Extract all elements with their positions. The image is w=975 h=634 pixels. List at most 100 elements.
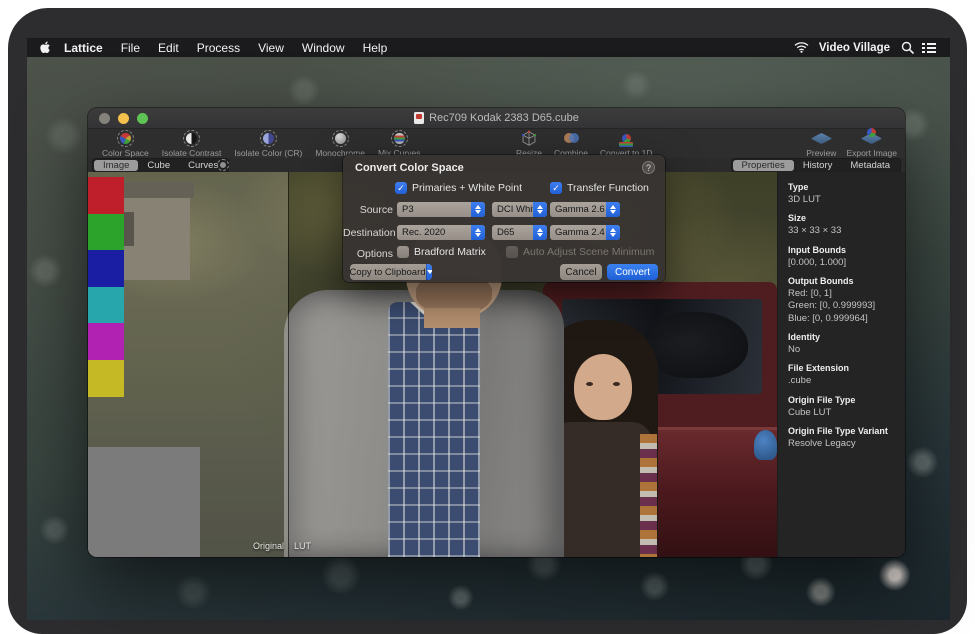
destination-label: Destination (343, 227, 393, 239)
bradford-checkbox[interactable] (397, 246, 409, 258)
source-primaries-popup[interactable]: P3 (397, 202, 485, 217)
primaries-checkbox-label: Primaries + White Point (412, 182, 522, 194)
resize-icon (519, 130, 539, 147)
tab-cube[interactable]: Cube (138, 160, 179, 171)
notification-list-icon[interactable] (920, 40, 938, 56)
convert-color-space-dialog: Convert Color Space ? ✓ Primaries + Whit… (343, 155, 665, 282)
export-image-icon (862, 130, 882, 147)
swatch-magenta (88, 323, 124, 360)
dialog-title: Convert Color Space (355, 162, 464, 174)
toolbar-monochrome[interactable]: Monochrome (315, 130, 365, 158)
screenshot-canvas: Lattice File Edit Process View Window He… (0, 0, 975, 634)
menu-bar: Lattice File Edit Process View Window He… (27, 38, 950, 57)
swatch-green (88, 214, 124, 251)
toolbar-combine[interactable]: Combine (554, 130, 588, 158)
photo-truck-blue-item (754, 430, 777, 460)
close-button[interactable] (99, 113, 110, 124)
toolbar-resize[interactable]: Resize (516, 130, 542, 158)
destination-whitepoint-popup[interactable]: D65 (492, 225, 547, 240)
prop-file-extension: File Extension .cube (788, 363, 895, 387)
menu-bar-left: Lattice File Edit Process View Window He… (27, 40, 396, 56)
panel-tabs: Properties History Metadata (731, 158, 902, 173)
toolbar-export-image[interactable]: Export Image (846, 130, 897, 158)
search-icon[interactable] (898, 40, 916, 56)
swatch-yellow (88, 360, 124, 397)
compare-toggle-icon[interactable] (217, 159, 229, 171)
toolbar-convert-1d[interactable]: Convert to 1D (600, 130, 652, 158)
menu-window[interactable]: Window (293, 41, 354, 55)
zoom-button[interactable] (137, 113, 148, 124)
traffic-lights (99, 113, 148, 124)
prop-origin-file-type: Origin File Type Cube LUT (788, 395, 895, 419)
transfer-checkbox-group: ✓ Transfer Function (550, 182, 649, 194)
toolbar-group-left: Color Space Isolate Contrast Isolate Col… (102, 130, 420, 158)
apple-menu-icon[interactable] (37, 40, 55, 56)
toolbar-group-middle: Resize Combine Convert to 1D (516, 130, 652, 158)
copy-to-clipboard-button[interactable]: Copy to Clipboard (350, 264, 432, 280)
destination-gamma-popup[interactable]: Gamma 2.4 (550, 225, 620, 240)
original-label: Original (226, 541, 284, 551)
menu-app[interactable]: Lattice (55, 41, 112, 55)
copy-dropdown-icon[interactable] (426, 264, 432, 280)
prop-size: Size 33 × 33 × 33 (788, 213, 895, 237)
photo-man-neck (424, 308, 480, 328)
toolbar-mix-curves[interactable]: Mix Curves (378, 130, 421, 158)
auto-adjust-checkbox (506, 246, 518, 258)
view-tabs: Image Cube Curves (92, 158, 229, 173)
prop-type: Type 3D LUT (788, 182, 895, 206)
color-space-icon (117, 130, 134, 147)
monochrome-icon (332, 130, 349, 147)
convert-to-1d-icon (616, 130, 636, 147)
toolbar-isolate-color[interactable]: Isolate Color (CR) (234, 130, 302, 158)
toolbar-isolate-contrast[interactable]: Isolate Contrast (162, 130, 222, 158)
convert-button[interactable]: Convert (607, 264, 658, 280)
toolbar-preview[interactable]: Preview (806, 130, 836, 158)
tab-history[interactable]: History (794, 160, 842, 171)
photo-gray-card (88, 447, 200, 557)
menu-help[interactable]: Help (354, 41, 397, 55)
help-button[interactable]: ? (642, 161, 655, 174)
tab-image[interactable]: Image (94, 160, 138, 171)
menu-process[interactable]: Process (188, 41, 249, 55)
cancel-button[interactable]: Cancel (560, 264, 602, 280)
menu-file[interactable]: File (112, 41, 149, 55)
prop-identity: Identity No (788, 332, 895, 356)
original-lut-divider[interactable] (288, 172, 289, 557)
menu-bar-status: Video Village (793, 40, 950, 56)
document-icon (414, 112, 424, 124)
toolbar: Color Space Isolate Contrast Isolate Col… (88, 129, 905, 158)
lut-label: LUT (294, 541, 311, 551)
options-label: Options (343, 248, 393, 260)
menu-edit[interactable]: Edit (149, 41, 188, 55)
stepper-icon (606, 225, 620, 240)
stepper-icon (533, 225, 547, 240)
wifi-network-name[interactable]: Video Village (815, 42, 894, 54)
swatch-blue (88, 250, 124, 287)
tab-metadata[interactable]: Metadata (841, 160, 899, 171)
toolbar-color-space[interactable]: Color Space (102, 130, 149, 158)
stepper-icon (471, 202, 485, 217)
stepper-icon (606, 202, 620, 217)
prop-input-bounds: Input Bounds [0.000, 1.000] (788, 245, 895, 269)
tab-properties[interactable]: Properties (733, 160, 794, 171)
photo-girl-top (550, 422, 652, 557)
source-whitepoint-popup[interactable]: DCI White (492, 202, 547, 217)
bradford-label: Bradford Matrix (414, 246, 486, 258)
primaries-checkbox-group: ✓ Primaries + White Point (395, 182, 522, 194)
transfer-checkbox-label: Transfer Function (567, 182, 649, 194)
source-label: Source (343, 204, 393, 216)
primaries-checkbox[interactable]: ✓ (395, 182, 407, 194)
stepper-icon (533, 202, 547, 217)
minimize-button[interactable] (118, 113, 129, 124)
auto-adjust-checkbox-group: Auto Adjust Scene Minimum (506, 246, 654, 258)
photo-girl-cardigan (640, 434, 657, 557)
isolate-color-icon (260, 130, 277, 147)
window-title-group: Rec709 Kodak 2383 D65.cube (414, 112, 579, 124)
photo-girl-face (574, 354, 632, 420)
destination-primaries-popup[interactable]: Rec. 2020 (397, 225, 485, 240)
menu-view[interactable]: View (249, 41, 293, 55)
wifi-icon[interactable] (793, 40, 811, 56)
photo-man-shirt (388, 302, 480, 557)
source-gamma-popup[interactable]: Gamma 2.6 (550, 202, 620, 217)
transfer-checkbox[interactable]: ✓ (550, 182, 562, 194)
